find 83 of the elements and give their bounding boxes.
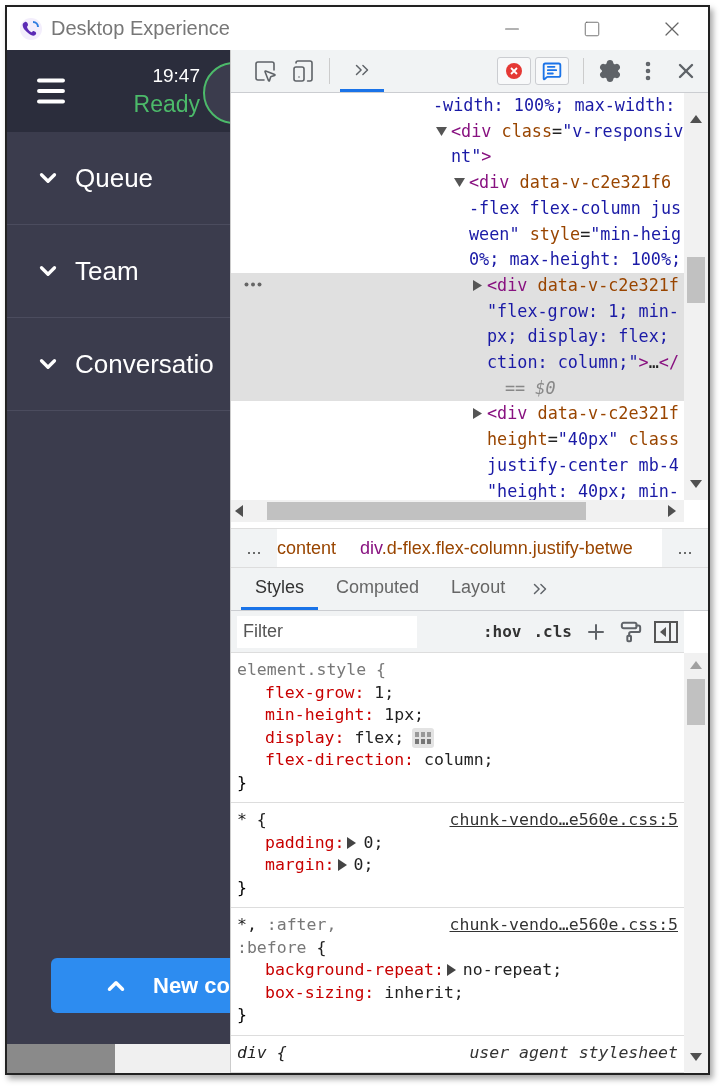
code-line: <div class="v-responsiv xyxy=(451,119,684,143)
code-line: "flex-grow: 1; min- xyxy=(487,299,679,323)
expand-triangle-icon[interactable] xyxy=(337,859,347,872)
property-name: padding: xyxy=(265,831,345,854)
breadcrumb-overflow[interactable]: ... xyxy=(662,537,708,559)
dom-node-row[interactable]: <div class="v-responsiv nt"> xyxy=(231,118,684,171)
expanded-triangle-icon[interactable] xyxy=(454,177,465,189)
property-value: column; xyxy=(424,749,494,771)
rule-selector: element.style { xyxy=(237,659,386,681)
property-name: display: xyxy=(265,726,345,749)
code-line: height="40px" class xyxy=(487,428,679,452)
closing-brace: } xyxy=(237,771,247,794)
settings-icon[interactable] xyxy=(598,59,622,83)
property-name: background-repeat: xyxy=(265,959,444,981)
styles-pane-tab[interactable]: Layout xyxy=(437,568,520,610)
breadcrumb[interactable]: div.d-flex.flex-column.justify-betwe xyxy=(360,537,633,559)
source-label: user agent stylesheet xyxy=(469,1041,678,1064)
rule-selector: div { xyxy=(237,1041,287,1064)
agent-status: Ready xyxy=(133,90,200,118)
property-value: flex; xyxy=(354,726,405,749)
code-line: -flex flex-column jus xyxy=(469,196,682,220)
breadcrumb[interactable]: content xyxy=(277,537,337,559)
vertical-scrollbar[interactable] xyxy=(684,653,708,1073)
property-value: 1; xyxy=(374,681,395,704)
closing-brace: } xyxy=(237,876,247,899)
code-line: <div data-v-c2e321f xyxy=(487,273,679,297)
filter-toggle[interactable]: .cls xyxy=(533,622,572,641)
message-badge[interactable] xyxy=(535,57,569,85)
clock-time: 19:47 xyxy=(152,64,200,87)
source-link[interactable]: chunk-vendo…e560e.css:5 xyxy=(449,914,678,937)
expand-triangle-icon[interactable] xyxy=(446,964,456,977)
message-icon xyxy=(542,61,562,81)
collapsed-triangle-icon[interactable] xyxy=(472,279,483,291)
maximize-icon[interactable] xyxy=(583,19,601,38)
dom-node-row[interactable]: <div data-v-c2e321f "flex-grow: 1; min- px; display: flex; ction: column;">…</ == $0 xyxy=(231,272,684,402)
code-line: ction: column;">…</ xyxy=(487,351,679,375)
code-line: -width: 100%; max-width: xyxy=(433,94,676,117)
property-name: margin: xyxy=(265,854,335,876)
property-value: inherit; xyxy=(384,981,464,1004)
code-line: 0%; max-height: 100%; xyxy=(469,248,682,272)
window-title: Desktop Experience xyxy=(51,17,231,40)
filter-toggle[interactable]: :hov xyxy=(482,622,522,641)
property-name: box-sizing: xyxy=(265,981,375,1004)
rule-selector: :before { xyxy=(237,936,327,959)
error-badge[interactable] xyxy=(497,57,531,85)
styles-pane-tab[interactable]: Computed xyxy=(322,568,434,610)
property-value: 0; xyxy=(353,854,374,876)
breadcrumb-overflow[interactable]: ... xyxy=(231,537,277,559)
code-line: px; display: flex; xyxy=(487,325,669,349)
rule-selector: *, :after, xyxy=(237,914,337,936)
dom-node-row[interactable]: <div data-v-c2e321f6 -flex flex-column jus ween" style="min-heig 0%; max-height: 100%; xyxy=(231,170,684,273)
error-icon xyxy=(505,62,523,80)
property-name: flex-direction: xyxy=(265,749,414,771)
dom-node-row[interactable]: <div data-v-c2e321f height="40px" class justify-center mb-4 "height: 40px; min- xyxy=(231,401,684,500)
device-toolbar-icon[interactable] xyxy=(291,59,315,83)
expanded-triangle-icon[interactable] xyxy=(436,125,447,137)
horizontal-scrollbar[interactable] xyxy=(7,1044,230,1073)
vertical-scrollbar[interactable] xyxy=(684,93,708,500)
filter-field[interactable]: Filter xyxy=(237,615,417,648)
console-reference: == $0 xyxy=(505,376,556,400)
code-line: <div data-v-c2e321f6 xyxy=(469,171,672,195)
collapsed-triangle-icon[interactable] xyxy=(472,408,483,420)
code-line: <div data-v-c2e321f xyxy=(487,402,679,426)
property-value: no-repeat; xyxy=(462,959,563,981)
property-value: 1px; xyxy=(384,704,425,726)
code-line: "height: 40px; min- xyxy=(487,479,679,500)
sidebar-toggle-icon[interactable] xyxy=(654,620,678,643)
property-name: flex-grow: xyxy=(265,681,365,704)
code-line: justify-center mb-4 xyxy=(487,453,679,477)
property-name: min-height: xyxy=(265,704,375,726)
inspect-icon[interactable] xyxy=(253,59,277,83)
expand-triangle-icon[interactable] xyxy=(347,836,357,849)
horizontal-scrollbar[interactable] xyxy=(231,500,684,522)
grid-editor-icon[interactable] xyxy=(412,727,435,748)
paint-roller-icon[interactable] xyxy=(620,620,642,643)
phone-logo-icon xyxy=(19,16,43,41)
more-dots-icon[interactable] xyxy=(244,281,262,287)
source-link[interactable]: chunk-vendo…e560e.css:5 xyxy=(449,809,678,832)
rule-selector: * { xyxy=(237,809,267,831)
property-value: 0; xyxy=(363,831,384,854)
code-line: nt"> xyxy=(451,145,492,169)
code-line: ween" style="min-heig xyxy=(469,222,682,246)
closing-brace: } xyxy=(237,1004,247,1026)
